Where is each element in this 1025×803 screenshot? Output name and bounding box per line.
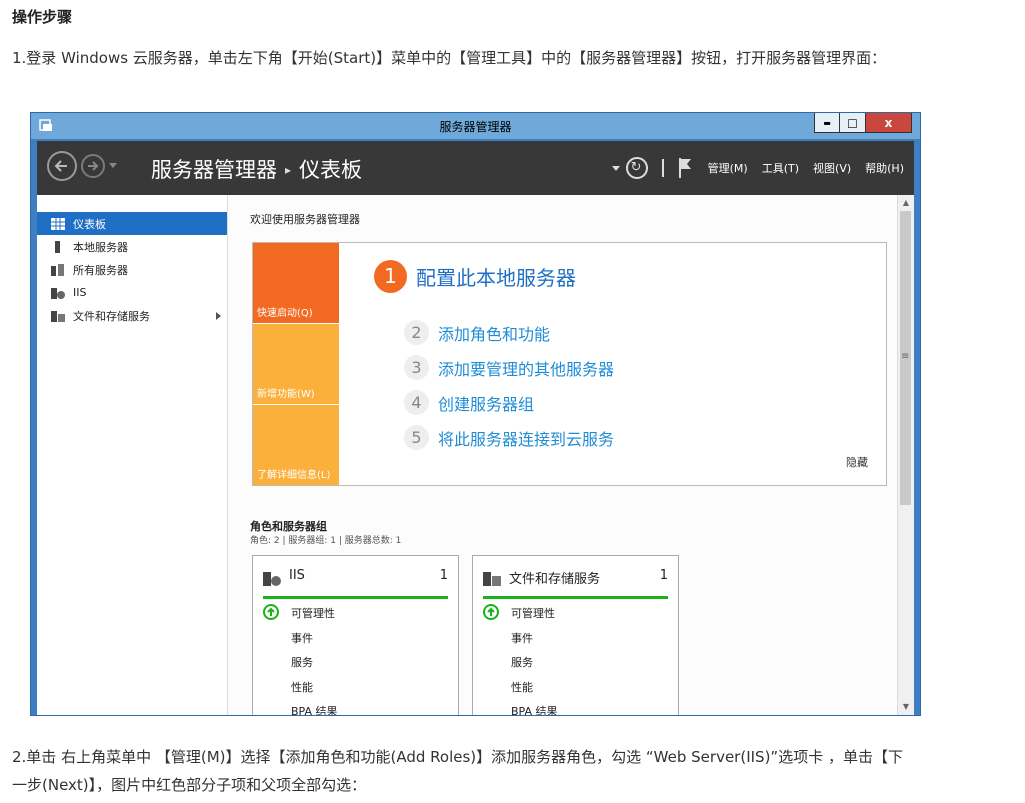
step-label: 配置此本地服务器 <box>416 266 576 290</box>
minimize-button[interactable]: ▬ <box>814 113 840 133</box>
manageability-ok-icon <box>483 604 499 620</box>
close-icon: x <box>884 115 893 130</box>
step-number: 4 <box>404 390 429 415</box>
card-row-services[interactable]: 服务 <box>291 654 313 670</box>
scroll-up-icon[interactable]: ▲ <box>898 195 914 211</box>
breadcrumb: 服务器管理器 ▸ 仪表板 <box>151 154 362 184</box>
card-row-events[interactable]: 事件 <box>291 630 313 646</box>
step-label: 将此服务器连接到云服务 <box>438 429 615 449</box>
doc-heading: 操作步骤 <box>12 8 73 26</box>
scroll-down-icon[interactable]: ▼ <box>898 699 914 715</box>
window-title: 服务器管理器 <box>439 120 512 134</box>
doc-paragraph-2: 2.单击 右上角菜单中 【管理(M)】选择【添加角色和功能(Add Roles)… <box>12 748 903 794</box>
step-label: 添加角色和功能 <box>438 324 551 344</box>
back-button[interactable] <box>47 151 77 181</box>
role-card-iis[interactable]: IIS 1 可管理性 事件 服务 性能 BPA 结果 <box>252 555 459 715</box>
title-bar[interactable]: 服务器管理器 ▬ □ x <box>31 113 920 139</box>
notification-flag-icon[interactable] <box>678 157 694 179</box>
file-storage-icon <box>483 572 501 586</box>
server-icon <box>55 240 60 253</box>
maximize-icon: □ <box>847 116 858 129</box>
server-manager-screenshot: 服务器管理器 ▬ □ x 服务器管理器 ▸ 仪表板 ↻ 管理(M) 工具(T) 视图… <box>30 112 921 716</box>
welcome-title: 欢迎使用服务器管理器 <box>250 213 360 226</box>
servers-icon <box>51 263 64 276</box>
sidebar-item-iis[interactable]: IIS <box>37 281 227 304</box>
quick-start-panel: 快速启动(Q) 新增功能(W) 了解详细信息(L) 1 配置此本地服务器 2 添… <box>252 242 887 486</box>
dashboard-icon <box>51 217 65 230</box>
sidebar-item-dashboard[interactable]: 仪表板 <box>37 212 227 235</box>
step-number: 5 <box>404 425 429 450</box>
menu-help[interactable]: 帮助(H) <box>865 160 904 176</box>
scroll-grip-icon: ≡ <box>901 351 910 362</box>
card-title: IIS <box>289 568 305 583</box>
step-number: 1 <box>374 260 407 293</box>
tile-learn-more[interactable]: 了解详细信息(L) <box>253 405 339 485</box>
card-row-manageability[interactable]: 可管理性 <box>511 605 555 621</box>
sidebar-item-all-servers[interactable]: 所有服务器 <box>37 258 227 281</box>
sidebar-item-local-server[interactable]: 本地服务器 <box>37 235 227 258</box>
history-dropdown-icon[interactable] <box>109 163 117 168</box>
card-row-performance[interactable]: 性能 <box>511 679 533 695</box>
card-title: 文件和存储服务 <box>509 572 601 587</box>
tile-label: 快速启动(Q) <box>257 308 313 319</box>
step-connect-cloud[interactable]: 5 将此服务器连接到云服务 <box>404 425 614 450</box>
card-count: 1 <box>659 568 668 583</box>
sidebar-item-label: IIS <box>73 286 87 299</box>
breadcrumb-separator-icon: ▸ <box>285 163 292 177</box>
menu-tools[interactable]: 工具(T) <box>762 160 799 176</box>
card-row-services[interactable]: 服务 <box>511 654 533 670</box>
menu-view[interactable]: 视图(V) <box>813 160 851 176</box>
forward-arrow-icon <box>88 161 99 171</box>
separator <box>661 159 664 177</box>
minimize-icon: ▬ <box>823 118 831 127</box>
card-row-bpa[interactable]: BPA 结果 <box>291 703 338 715</box>
step-label: 添加要管理的其他服务器 <box>438 359 615 379</box>
step-configure-local-server[interactable]: 1 配置此本地服务器 <box>374 260 576 293</box>
hide-link[interactable]: 隐藏 <box>846 454 868 470</box>
sidebar-item-label: 文件和存储服务 <box>73 309 150 323</box>
dashboard-main: 欢迎使用服务器管理器 快速启动(Q) 新增功能(W) 了解详细信息(L) 1 配… <box>228 195 898 715</box>
close-button[interactable]: x <box>866 113 912 133</box>
tile-quick-start[interactable]: 快速启动(Q) <box>253 243 339 323</box>
app-body: 仪表板 本地服务器 所有服务器 IIS 文件和存储服务 欢迎使用服务器管理器 快… <box>37 195 914 715</box>
iis-icon <box>263 572 281 586</box>
refresh-icon[interactable]: ↻ <box>625 157 648 179</box>
breadcrumb-root[interactable]: 服务器管理器 <box>151 158 277 182</box>
vertical-scrollbar[interactable]: ▲ ≡ ▼ <box>897 195 914 715</box>
sidebar: 仪表板 本地服务器 所有服务器 IIS 文件和存储服务 <box>37 195 228 715</box>
maximize-button[interactable]: □ <box>840 113 866 133</box>
role-card-file-storage[interactable]: 文件和存储服务 1 可管理性 事件 服务 性能 BPA 结果 <box>472 555 679 715</box>
iis-icon <box>51 287 65 299</box>
step-number: 3 <box>404 355 429 380</box>
tile-whats-new[interactable]: 新增功能(W) <box>253 324 339 404</box>
back-arrow-icon <box>54 160 67 172</box>
card-row-performance[interactable]: 性能 <box>291 679 313 695</box>
card-row-events[interactable]: 事件 <box>511 630 533 646</box>
sidebar-item-label: 本地服务器 <box>73 240 128 254</box>
card-row-manageability[interactable]: 可管理性 <box>291 605 335 621</box>
tile-label: 新增功能(W) <box>257 389 315 400</box>
card-row-bpa[interactable]: BPA 结果 <box>511 703 558 715</box>
step-add-roles[interactable]: 2 添加角色和功能 <box>404 320 550 345</box>
manageability-ok-icon <box>263 604 279 620</box>
sidebar-item-label: 仪表板 <box>73 217 106 231</box>
roles-summary: 角色: 2 | 服务器组: 1 | 服务器总数: 1 <box>250 536 402 546</box>
dropdown-arrow-icon[interactable] <box>611 165 620 171</box>
forward-button[interactable] <box>81 154 105 178</box>
app-header: 服务器管理器 ▸ 仪表板 ↻ 管理(M) 工具(T) 视图(V) 帮助(H) <box>37 141 914 195</box>
doc-paragraph-1: 1.登录 Windows 云服务器，单击左下角【开始(Start)】菜单中的【管… <box>12 49 887 67</box>
step-create-group[interactable]: 4 创建服务器组 <box>404 390 534 415</box>
expand-arrow-icon[interactable] <box>216 312 221 320</box>
menu-manage[interactable]: 管理(M) <box>708 160 748 176</box>
card-count: 1 <box>439 568 448 583</box>
tile-label: 了解详细信息(L) <box>257 470 331 481</box>
breadcrumb-current: 仪表板 <box>299 158 363 182</box>
step-label: 创建服务器组 <box>438 394 535 414</box>
step-number: 2 <box>404 320 429 345</box>
sidebar-item-label: 所有服务器 <box>73 263 128 277</box>
sidebar-item-file-storage[interactable]: 文件和存储服务 <box>37 304 227 327</box>
file-storage-icon <box>51 310 65 322</box>
roles-title: 角色和服务器组 <box>250 520 327 533</box>
step-add-servers[interactable]: 3 添加要管理的其他服务器 <box>404 355 614 380</box>
